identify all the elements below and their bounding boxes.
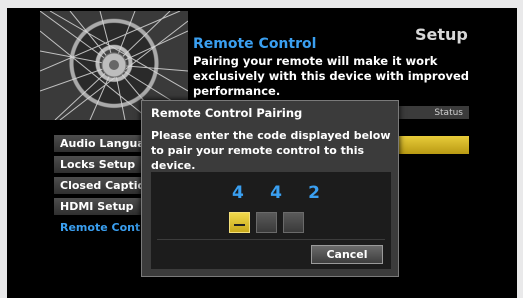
pairing-code: 4 4 2 xyxy=(232,183,320,203)
divider xyxy=(157,239,385,240)
menu-item-hdmi-setup[interactable]: HDMI Setup xyxy=(54,198,142,215)
page-title: Setup xyxy=(415,25,468,44)
menu-item-audio-language[interactable]: Audio Language xyxy=(54,135,142,152)
code-entry-panel: 4 4 2 Cancel xyxy=(151,172,391,269)
status-label: Status xyxy=(434,107,463,118)
code-slot[interactable] xyxy=(283,212,304,233)
status-progress-bar xyxy=(399,136,469,154)
info-description: Pairing your remote will make it work ex… xyxy=(193,54,470,98)
code-digit: 4 xyxy=(232,183,244,203)
pairing-dialog: Remote Control Pairing Please enter the … xyxy=(141,100,399,277)
dialog-message: Please enter the code displayed below to… xyxy=(151,129,391,172)
dialog-title: Remote Control Pairing xyxy=(151,106,303,120)
status-indicator: Status xyxy=(399,106,469,119)
tv-screen: Setup Remote Control Pairing your remote… xyxy=(7,8,517,298)
code-slot-active[interactable] xyxy=(229,212,250,233)
menu-item-closed-captions[interactable]: Closed Captions xyxy=(54,177,142,194)
setup-menu: Audio Language Locks Setup Closed Captio… xyxy=(54,135,142,240)
info-title: Remote Control xyxy=(193,36,317,52)
code-digit: 2 xyxy=(308,183,320,203)
cursor-icon xyxy=(234,224,245,226)
code-entry-slots xyxy=(229,212,304,233)
menu-item-remote-control[interactable]: Remote Control xyxy=(54,219,142,236)
code-slot[interactable] xyxy=(256,212,277,233)
cancel-button[interactable]: Cancel xyxy=(311,245,383,264)
code-digit: 4 xyxy=(270,183,282,203)
menu-item-locks-setup[interactable]: Locks Setup xyxy=(54,156,142,173)
